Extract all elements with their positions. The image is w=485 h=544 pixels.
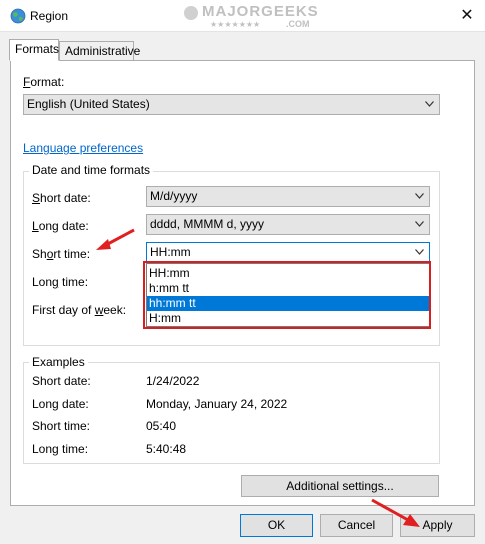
red-arrow-icon (371, 498, 420, 527)
date-time-formats-legend: Date and time formats (29, 163, 154, 177)
chevron-down-icon (425, 101, 434, 107)
short-time-combobox[interactable]: HH:mm (146, 242, 430, 263)
format-label: Format: (23, 75, 65, 89)
dropdown-option-selected[interactable]: hh:mm tt (147, 296, 429, 311)
tab-administrative[interactable]: Administrative (59, 41, 140, 61)
majorgeeks-watermark: MAJORGEEKS ★★★★★★★ .COM (184, 3, 319, 29)
short-time-label: Short time: (32, 247, 91, 261)
format-combobox[interactable]: English (United States) (23, 94, 440, 115)
format-value: English (United States) (27, 97, 150, 111)
example-short-time-value: 05:40 (146, 419, 177, 433)
examples-legend: Examples (29, 355, 88, 369)
dropdown-option[interactable]: H:mm (147, 311, 429, 326)
short-date-value: M/d/yyyy (150, 189, 198, 203)
red-arrow-icon (96, 228, 135, 250)
long-date-value: dddd, MMMM d, yyyy (150, 217, 265, 231)
language-preferences-link[interactable]: Language preferences (23, 141, 143, 155)
short-date-combobox[interactable]: M/d/yyyy (146, 186, 430, 207)
dropdown-option[interactable]: h:mm tt (147, 281, 429, 296)
chevron-down-icon (415, 193, 424, 199)
example-long-time-label: Long time: (32, 442, 89, 456)
additional-settings-button[interactable]: Additional settings... (241, 475, 439, 497)
watermark-com: .COM (286, 19, 310, 29)
window-title: Region (30, 9, 69, 23)
chevron-down-icon (415, 221, 424, 227)
example-long-time-value: 5:40:48 (146, 442, 187, 456)
watermark-stars: ★★★★★★★ (210, 20, 260, 29)
example-long-date-value: Monday, January 24, 2022 (146, 397, 288, 411)
example-short-date-value: 1/24/2022 (146, 374, 200, 388)
globe-icon (10, 8, 26, 24)
long-time-label: Long time: (32, 275, 89, 289)
short-time-dropdown-list: HH:mm h:mm tt hh:mm tt H:mm (146, 263, 430, 327)
example-short-time-label: Short time: (32, 419, 91, 433)
ok-button[interactable]: OK (240, 514, 313, 537)
close-button[interactable]: ✕ (455, 4, 479, 28)
long-date-label: Long date: (32, 219, 89, 233)
short-date-label: Short date: (32, 191, 91, 205)
tab-formats[interactable]: Formats (9, 39, 59, 61)
example-long-date-label: Long date: (32, 397, 89, 411)
chevron-down-icon (415, 249, 424, 255)
watermark-text: MAJORGEEKS (202, 3, 319, 20)
first-day-of-week-label: First day of week: (32, 303, 127, 317)
long-date-combobox[interactable]: dddd, MMMM d, yyyy (146, 214, 430, 235)
short-time-value: HH:mm (150, 245, 191, 259)
example-short-date-label: Short date: (32, 374, 91, 388)
format-label-rest: ormat: (30, 75, 65, 89)
dropdown-option[interactable]: HH:mm (147, 266, 429, 281)
